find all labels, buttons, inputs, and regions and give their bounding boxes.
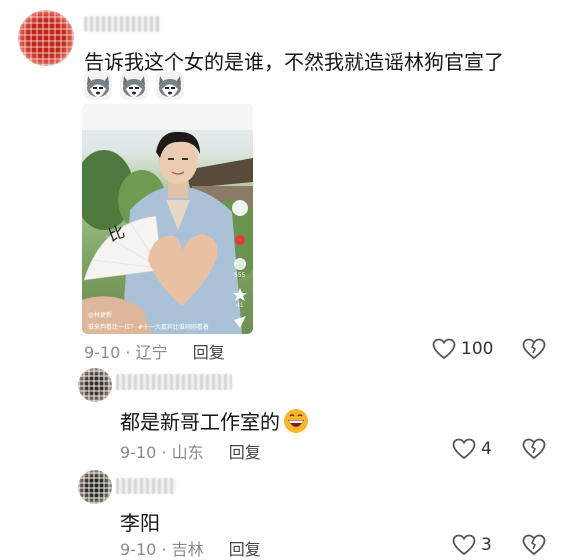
video-side-count-2: 41: [236, 302, 244, 309]
reply-button[interactable]: 回复: [229, 540, 261, 559]
username-blurred[interactable]: [84, 16, 160, 32]
comment-date: 9-10: [84, 343, 121, 362]
reply-location: 山东: [171, 443, 204, 462]
reply-button[interactable]: 回复: [229, 443, 261, 462]
video-side-count-1: 555: [234, 272, 246, 279]
husky-emoji-icon: [156, 72, 185, 100]
heart-icon: [432, 338, 456, 360]
like-count: 3: [481, 535, 492, 555]
grinning-face-icon: [284, 408, 308, 433]
husky-emoji-icon: [120, 72, 149, 100]
like-button[interactable]: 4: [452, 438, 492, 460]
reply-username-blurred[interactable]: [116, 478, 176, 494]
comment-separator: ·: [125, 343, 131, 362]
comment-text: 告诉我这个女的是谁，不然我就造谣林狗官宣了: [84, 50, 504, 74]
like-button[interactable]: 100: [432, 338, 493, 360]
reply-meta: 9-10 · 吉林 回复: [120, 536, 261, 560]
like-button[interactable]: 3: [452, 534, 492, 556]
video-caption: 谁来狗看比一拉？ #十一大嘉宾比谁刚刚看着: [88, 324, 209, 331]
video-author: @林更新: [88, 312, 113, 319]
reply-location: 吉林: [171, 540, 204, 559]
video-thumbnail[interactable]: 比 555 41 @林更新 谁来狗看比一拉？ #十一大嘉宾比谁刚刚看着: [82, 104, 253, 334]
reply-button[interactable]: 回复: [193, 343, 225, 362]
reply-meta: 9-10 · 山东 回复: [120, 439, 261, 463]
dislike-button[interactable]: [522, 338, 546, 364]
emoji-row: [84, 72, 187, 100]
comment-location: 辽宁: [135, 343, 168, 362]
dislike-button[interactable]: [522, 534, 546, 560]
heart-icon: [452, 534, 476, 556]
video-top-bar: [82, 104, 253, 130]
like-count: 4: [481, 439, 492, 459]
reply-text-content: 都是新哥工作室的: [120, 410, 280, 434]
reply-date: 9-10: [120, 540, 157, 559]
reply-separator: ·: [161, 540, 167, 559]
husky-emoji-icon: [84, 72, 112, 100]
reply-avatar[interactable]: [78, 470, 112, 504]
avatar[interactable]: [18, 10, 74, 66]
reply-text: 李阳: [120, 511, 160, 535]
heart-icon: [452, 438, 476, 460]
reply-separator: ·: [161, 443, 167, 462]
reply-username-blurred[interactable]: [116, 374, 232, 390]
reply-text: 都是新哥工作室的: [120, 406, 309, 435]
broken-heart-icon: [522, 438, 546, 460]
broken-heart-icon: [522, 534, 546, 556]
like-count: 100: [461, 339, 494, 359]
reply-date: 9-10: [120, 443, 157, 462]
dislike-button[interactable]: [522, 438, 546, 464]
broken-heart-icon: [522, 338, 546, 360]
reply-avatar[interactable]: [78, 368, 112, 402]
comment-meta: 9-10 · 辽宁 回复: [84, 339, 225, 363]
